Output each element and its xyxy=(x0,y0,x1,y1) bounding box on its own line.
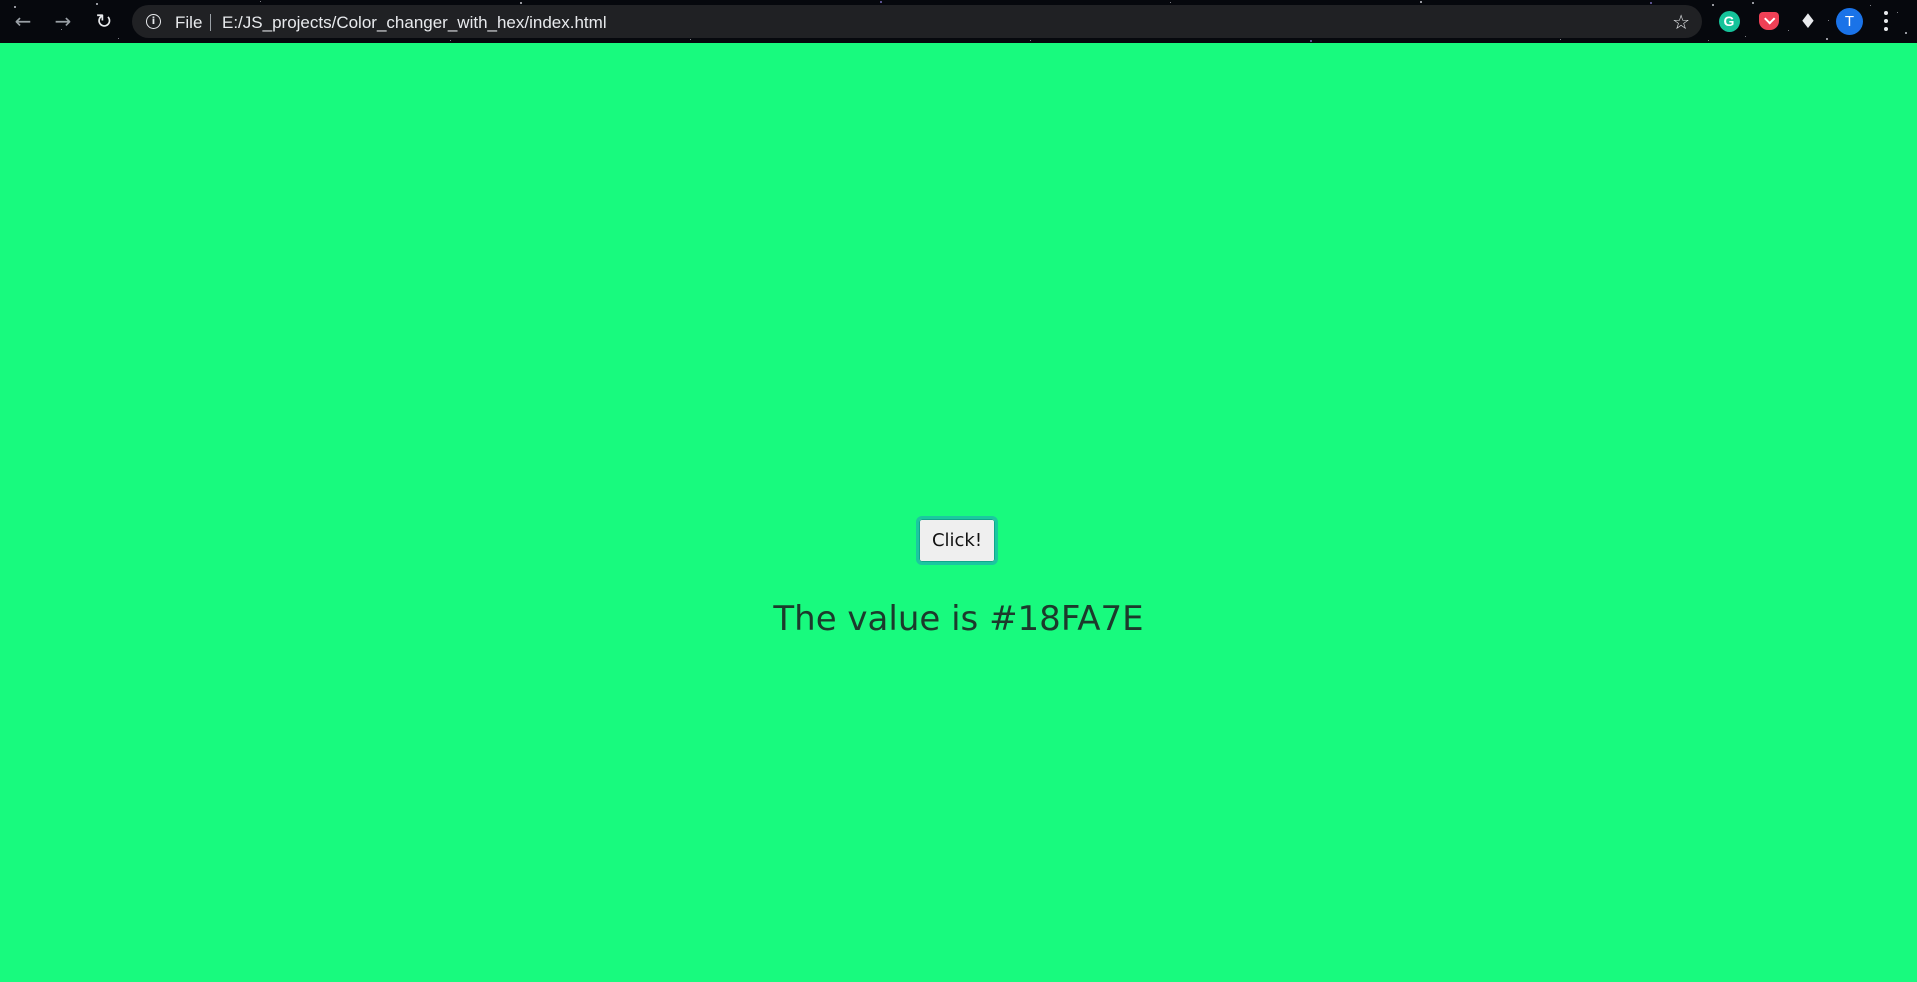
pocket-icon xyxy=(1759,12,1779,30)
profile-avatar[interactable]: T xyxy=(1836,8,1863,35)
menu-dot-icon xyxy=(1884,11,1888,15)
grammarly-extension-button[interactable]: G xyxy=(1717,9,1741,33)
reload-button[interactable]: ↻ xyxy=(90,7,118,35)
arrow-right-icon: → xyxy=(54,9,72,33)
extensions-puzzle-icon: ♦ xyxy=(1799,9,1817,33)
browser-toolbar: ← → ↻ i File E:/JS_projects/Color_change… xyxy=(0,0,1917,43)
forward-button[interactable]: → xyxy=(49,7,77,35)
pocket-extension-button[interactable] xyxy=(1757,9,1781,33)
arrow-left-icon: ← xyxy=(14,9,32,33)
info-icon[interactable]: i xyxy=(146,14,161,29)
grammarly-icon: G xyxy=(1718,10,1740,32)
click-button[interactable]: Click! xyxy=(916,516,998,565)
reload-icon: ↻ xyxy=(95,9,113,33)
scheme-label: File xyxy=(175,13,203,32)
back-button[interactable]: ← xyxy=(9,7,37,35)
address-bar[interactable]: i File E:/JS_projects/Color_changer_with… xyxy=(132,5,1702,38)
bookmark-star-icon[interactable]: ☆ xyxy=(1672,10,1690,34)
menu-dot-icon xyxy=(1884,27,1888,31)
hex-value-text: The value is #18FA7E xyxy=(773,599,1144,639)
url-text[interactable]: E:/JS_projects/Color_changer_with_hex/in… xyxy=(222,13,607,33)
extensions-button[interactable]: ♦ xyxy=(1796,9,1820,33)
browser-menu-button[interactable] xyxy=(1878,9,1894,33)
page-body: Click! The value is #18FA7E xyxy=(0,43,1917,982)
menu-dot-icon xyxy=(1884,19,1888,23)
scheme-separator xyxy=(210,14,211,31)
